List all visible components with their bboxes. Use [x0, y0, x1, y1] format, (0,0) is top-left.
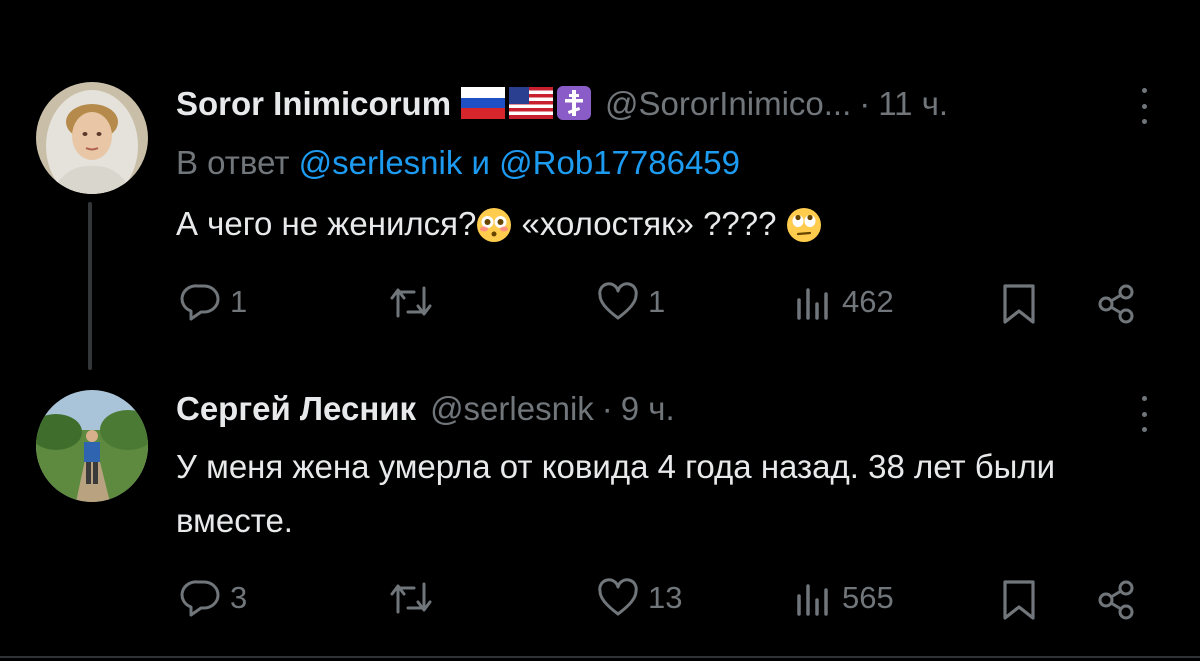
retweet-icon [390, 286, 432, 318]
reply-mention[interactable]: @Rob17786459 [499, 144, 740, 181]
views-chart-icon [797, 584, 828, 616]
reply-prefix: В ответ [176, 144, 290, 181]
reply-context: В ответ @serlesnik и @Rob17786459 [176, 144, 740, 182]
russia-flag-icon [461, 87, 506, 119]
reply-conjunction: и [471, 144, 490, 181]
usa-flag-icon [509, 87, 554, 119]
heart-icon [598, 578, 638, 616]
reply-mention[interactable]: @serlesnik [299, 144, 463, 181]
share-icon [1098, 580, 1134, 620]
like-button[interactable]: 1 [596, 282, 665, 322]
reply-button[interactable]: 1 [180, 282, 247, 322]
bookmark-button[interactable] [1000, 282, 1038, 326]
tweet-text-content: У меня жена умерла от ковида 4 года наза… [176, 448, 1056, 539]
action-bar: 3 13 565 [0, 576, 1200, 626]
bookmark-icon [1003, 284, 1035, 324]
avatar[interactable] [36, 390, 148, 502]
display-name[interactable]: Сергей Лесник [176, 390, 416, 428]
tweet-header: Soror Inimicorum @SororInimico... · 11 ч… [176, 82, 948, 123]
retweet-button[interactable] [388, 282, 442, 322]
views-chart-icon [797, 288, 828, 320]
tweet[interactable]: Сергей Лесник @serlesnik · 9 ч. У меня ж… [0, 380, 1200, 661]
like-count: 1 [648, 284, 666, 319]
reply-icon [180, 580, 220, 617]
separator-dot: · [601, 390, 613, 427]
tweet-text: А чего не женился? «холостяк» ???? [176, 196, 1166, 260]
name-badges [461, 86, 592, 120]
tweet-text: У меня жена умерла от ковида 4 года наза… [176, 440, 1166, 548]
handle[interactable]: @SororInimico... [605, 85, 851, 123]
more-options-icon[interactable] [1132, 396, 1156, 432]
tweet-text-part: «холостяк» ???? [512, 205, 786, 242]
tweet-header: Сергей Лесник @serlesnik · 9 ч. [176, 390, 675, 428]
reply-count: 1 [230, 284, 248, 319]
orthodox-cross-icon [557, 86, 592, 120]
share-icon [1098, 284, 1134, 324]
timestamp[interactable]: 9 ч. [621, 390, 675, 428]
views-button[interactable]: 462 [794, 282, 894, 322]
reply-button[interactable]: 3 [180, 578, 247, 618]
separator-dot: · [859, 85, 871, 122]
retweet-icon [390, 582, 432, 614]
divider [0, 656, 1200, 658]
reply-icon [180, 284, 220, 321]
flushed-face-emoji-icon [476, 204, 512, 260]
heart-icon [598, 282, 638, 320]
timestamp[interactable]: 11 ч. [878, 85, 948, 123]
views-button[interactable]: 565 [794, 578, 894, 618]
share-button[interactable] [1094, 578, 1138, 622]
tweet-text-part: А чего не женился? [176, 205, 477, 242]
bookmark-icon [1003, 580, 1035, 620]
views-count: 462 [842, 284, 894, 319]
share-button[interactable] [1094, 282, 1138, 326]
reply-count: 3 [230, 580, 248, 615]
views-count: 565 [842, 580, 894, 615]
rolling-eyes-emoji-icon [786, 204, 822, 260]
tweet[interactable]: Soror Inimicorum @SororInimico... · 11 ч… [0, 0, 1200, 380]
like-count: 13 [648, 580, 683, 615]
display-name[interactable]: Soror Inimicorum [176, 85, 451, 123]
more-options-icon[interactable] [1132, 88, 1156, 124]
like-button[interactable]: 13 [596, 578, 682, 618]
action-bar: 1 1 462 [0, 280, 1200, 330]
avatar[interactable] [36, 82, 148, 194]
retweet-button[interactable] [388, 578, 442, 618]
handle[interactable]: @serlesnik [430, 390, 594, 428]
bookmark-button[interactable] [1000, 578, 1038, 622]
